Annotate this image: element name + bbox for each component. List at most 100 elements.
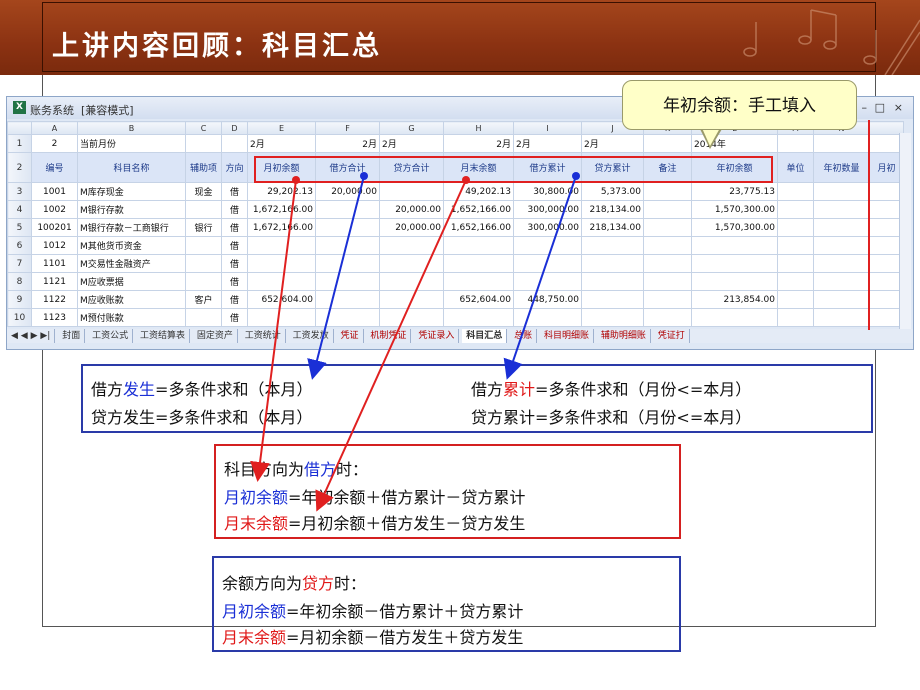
col-header[interactable]: I [513,121,582,135]
cell[interactable]: 652,604.00 [247,290,316,309]
cell[interactable]: 2月 [315,134,380,153]
cell[interactable] [247,236,316,255]
cell[interactable] [813,218,870,237]
cell[interactable] [581,254,644,273]
cell[interactable] [247,254,316,273]
cell[interactable] [315,290,380,309]
cell[interactable] [813,290,870,309]
cell[interactable]: 20,000.00 [315,182,380,201]
cell[interactable] [379,254,444,273]
col-header[interactable]: E [247,121,316,135]
cell[interactable] [581,236,644,255]
cell[interactable]: M银行存款 [77,200,186,219]
cell[interactable]: M应收票据 [77,272,186,291]
cell[interactable]: 300,000.00 [513,200,582,219]
cell[interactable] [777,200,814,219]
cell[interactable]: 1002 [31,200,78,219]
cell[interactable]: 2月 [379,134,444,153]
cell[interactable] [185,236,222,255]
cell[interactable] [513,236,582,255]
cell[interactable]: M其他货币资金 [77,236,186,255]
cell[interactable]: 借 [221,308,248,327]
cell[interactable] [247,272,316,291]
cell[interactable] [315,254,380,273]
vertical-scrollbar[interactable] [899,133,911,329]
cell[interactable] [643,272,692,291]
cell[interactable] [315,272,380,291]
cell[interactable] [185,308,222,327]
cell[interactable]: 218,134.00 [581,200,644,219]
cell[interactable] [691,254,778,273]
field-header[interactable]: 方向 [221,152,248,183]
cell[interactable] [691,236,778,255]
cell[interactable]: 1,652,166.00 [443,200,514,219]
cell[interactable] [643,200,692,219]
sheet-tab[interactable]: 工资统计 [241,329,286,343]
cell[interactable] [581,272,644,291]
cell[interactable] [643,308,692,327]
col-header[interactable]: B [77,121,186,135]
cell[interactable] [221,134,248,153]
row-header[interactable]: 9 [7,290,32,309]
row-header[interactable]: 6 [7,236,32,255]
col-header[interactable]: D [221,121,248,135]
cell[interactable] [813,308,870,327]
cell[interactable] [691,308,778,327]
cell[interactable]: 客户 [185,290,222,309]
cell[interactable]: M银行存款－工商银行 [77,218,186,237]
row-header[interactable]: 8 [7,272,32,291]
cell[interactable]: 当前月份 [77,134,186,153]
cell[interactable]: 49,202.13 [443,182,514,201]
cell[interactable] [185,200,222,219]
cell[interactable] [379,272,444,291]
cell[interactable] [379,308,444,327]
field-header[interactable]: 单位 [777,152,814,183]
select-all[interactable] [7,121,32,135]
cell[interactable] [777,308,814,327]
minimize-button[interactable]: – [862,101,868,114]
cell[interactable] [315,218,380,237]
close-button[interactable]: × [894,101,903,114]
cell[interactable]: 银行 [185,218,222,237]
cell[interactable] [581,308,644,327]
cell[interactable]: 1001 [31,182,78,201]
cell[interactable] [379,236,444,255]
cell[interactable]: 借 [221,200,248,219]
cell[interactable]: 1,570,300.00 [691,200,778,219]
cell[interactable]: 23,775.13 [691,182,778,201]
cell[interactable] [777,254,814,273]
cell[interactable] [185,254,222,273]
cell[interactable] [813,254,870,273]
cell[interactable] [813,272,870,291]
cell[interactable]: 100201 [31,218,78,237]
cell[interactable] [247,308,316,327]
cell[interactable]: 2月 [247,134,316,153]
cell[interactable]: 30,800.00 [513,182,582,201]
tab-nav-arrows[interactable]: ◀ ◀ ▶ ▶| [7,329,56,343]
cell[interactable] [513,308,582,327]
cell[interactable]: 2月 [581,134,644,153]
sheet-tab[interactable]: 总账 [510,329,538,343]
cell[interactable] [813,236,870,255]
cell[interactable]: 20,000.00 [379,218,444,237]
sheet-tab[interactable]: 封面 [58,329,86,343]
cell[interactable]: 借 [221,218,248,237]
col-header[interactable]: F [315,121,380,135]
sheet-tab[interactable]: 凭证 [337,329,364,343]
cell[interactable] [691,272,778,291]
cell[interactable]: 2 [31,134,78,153]
cell[interactable]: 5,373.00 [581,182,644,201]
field-header[interactable]: 年初数量 [813,152,870,183]
cell[interactable] [581,290,644,309]
cell[interactable] [643,236,692,255]
cell[interactable]: 300,000.00 [513,218,582,237]
cell[interactable]: M交易性金融资产 [77,254,186,273]
cell[interactable]: 1101 [31,254,78,273]
cell[interactable]: 1,672,166.00 [247,218,316,237]
cell[interactable] [443,272,514,291]
cell[interactable]: 1121 [31,272,78,291]
sheet-tab[interactable]: 科目明细账 [540,329,594,343]
sheet-tab[interactable]: 固定资产 [193,329,238,343]
cell[interactable] [513,254,582,273]
col-header[interactable]: G [379,121,444,135]
